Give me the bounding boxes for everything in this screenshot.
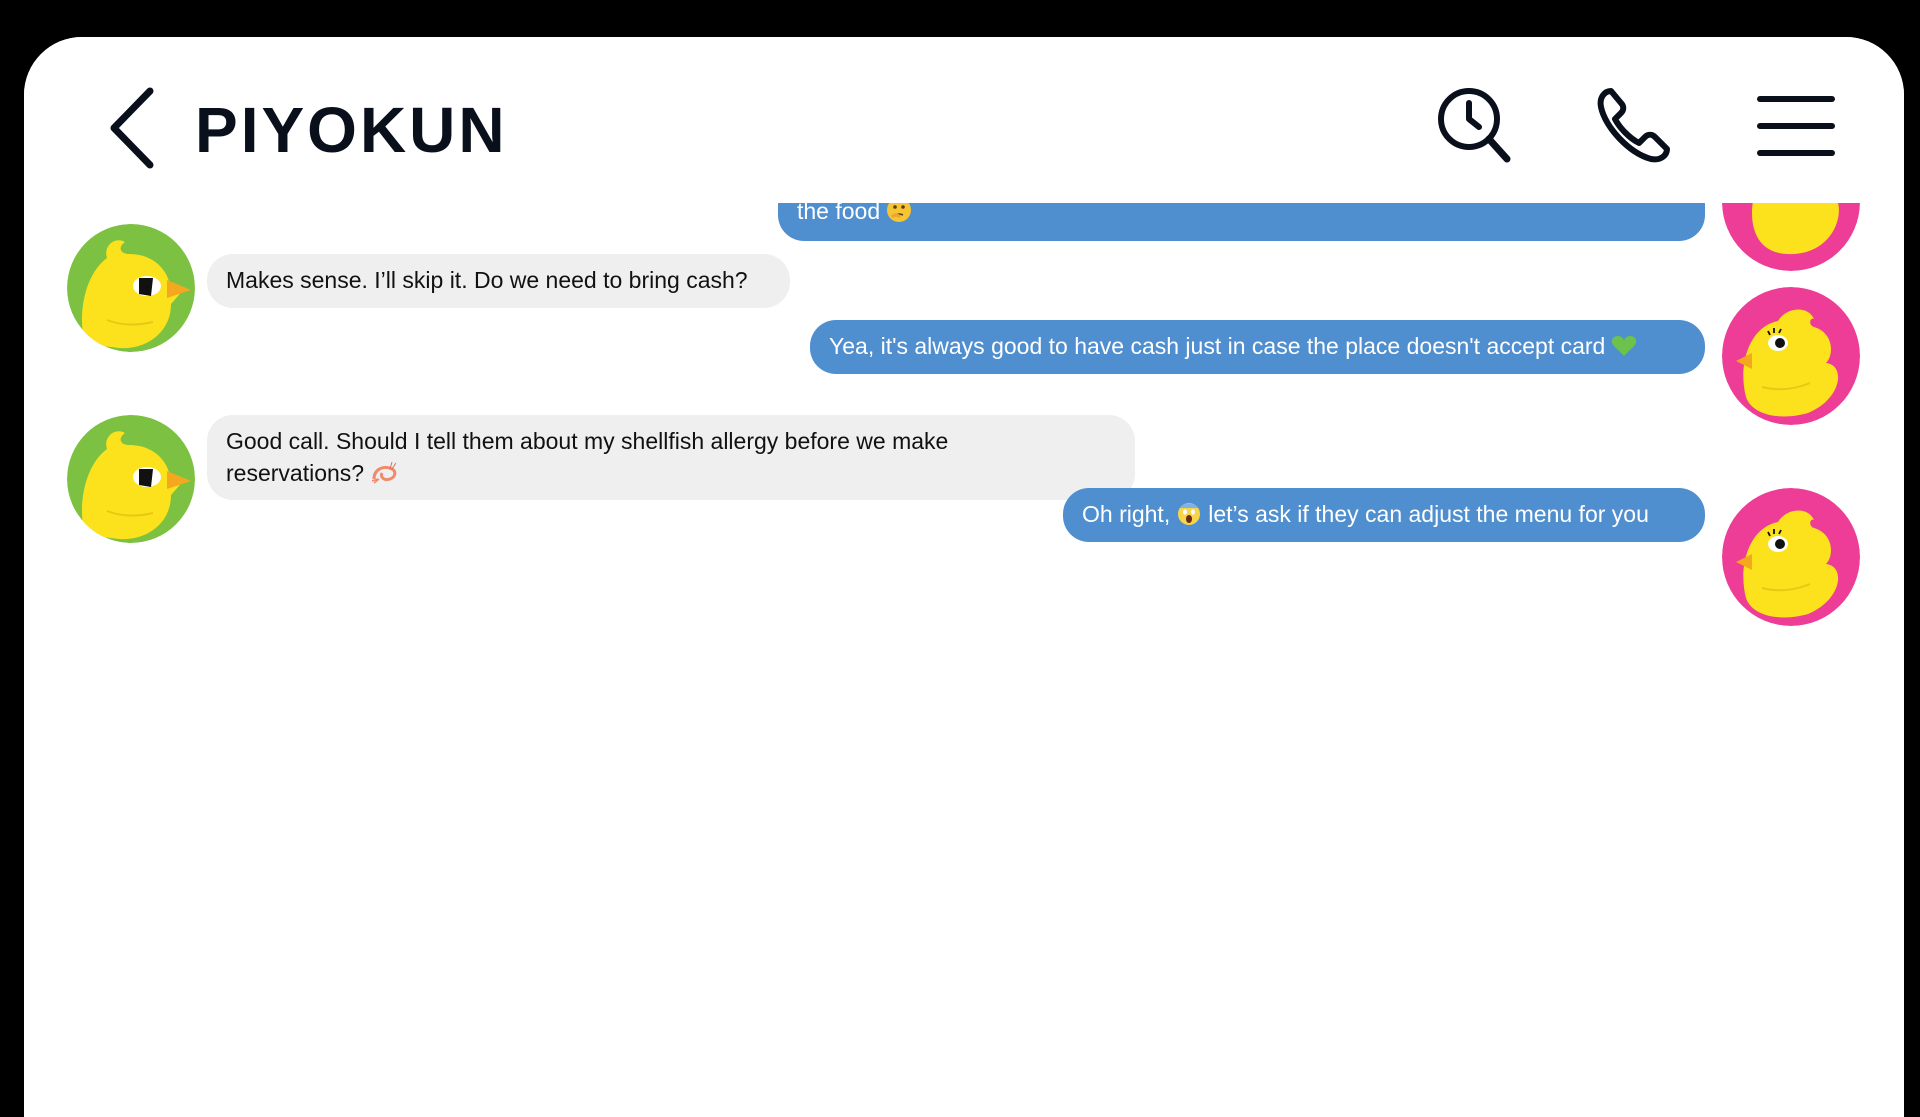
pink-chick-avatar-icon	[1722, 203, 1860, 271]
outgoing-message[interactable]: Oh right, let’s ask if they can adjust t…	[1063, 488, 1705, 542]
message-text-line-2: reservations?	[226, 457, 1116, 493]
chat-header: PIYOKUN	[24, 37, 1904, 203]
message-text: reservations?	[226, 460, 365, 486]
chat-title: PIYOKUN	[195, 94, 508, 166]
friend-avatar[interactable]	[67, 415, 195, 543]
history-search-icon	[1438, 88, 1511, 163]
green-chick-avatar-icon	[67, 415, 195, 543]
message-text: Oh right,	[1082, 501, 1171, 527]
menu-icon	[1757, 96, 1835, 156]
outgoing-message[interactable]: Yea, it's always good to have cash just …	[810, 320, 1705, 374]
message-list[interactable]: the food Makes sense. I’ll skip it. Do w…	[24, 203, 1904, 1117]
thinking-face-emoji	[886, 203, 912, 231]
menu-button[interactable]	[1752, 81, 1842, 171]
message-text: let’s ask if they can adjust the menu fo…	[1208, 501, 1649, 527]
my-avatar[interactable]	[1722, 287, 1860, 425]
shrimp-emoji	[370, 461, 398, 493]
pink-chick-avatar-icon	[1722, 488, 1860, 626]
call-button[interactable]	[1589, 81, 1679, 171]
back-button[interactable]	[100, 83, 170, 173]
incoming-message[interactable]: Makes sense. I’ll skip it. Do we need to…	[207, 254, 790, 308]
outgoing-message[interactable]: the food	[778, 203, 1705, 241]
green-chick-avatar-icon	[67, 224, 195, 352]
friend-avatar[interactable]	[67, 224, 195, 352]
phone-icon	[1597, 88, 1670, 163]
my-avatar[interactable]	[1722, 488, 1860, 626]
screaming-face-emoji	[1176, 500, 1202, 534]
message-text: Makes sense. I’ll skip it. Do we need to…	[226, 267, 748, 293]
message-text: the food	[797, 203, 881, 224]
incoming-message[interactable]: Good call. Should I tell them about my s…	[207, 415, 1135, 500]
history-search-button[interactable]	[1429, 81, 1519, 171]
back-chevron-icon	[110, 87, 154, 169]
message-text-line-1: Good call. Should I tell them about my s…	[226, 428, 949, 454]
my-avatar[interactable]	[1722, 203, 1860, 271]
green-heart-emoji	[1611, 334, 1637, 366]
message-text: Yea, it's always good to have cash just …	[829, 333, 1606, 359]
chat-screen: PIYOKUN the food Makes sense. I’ll skip …	[24, 37, 1904, 1117]
pink-chick-avatar-icon	[1722, 287, 1860, 425]
